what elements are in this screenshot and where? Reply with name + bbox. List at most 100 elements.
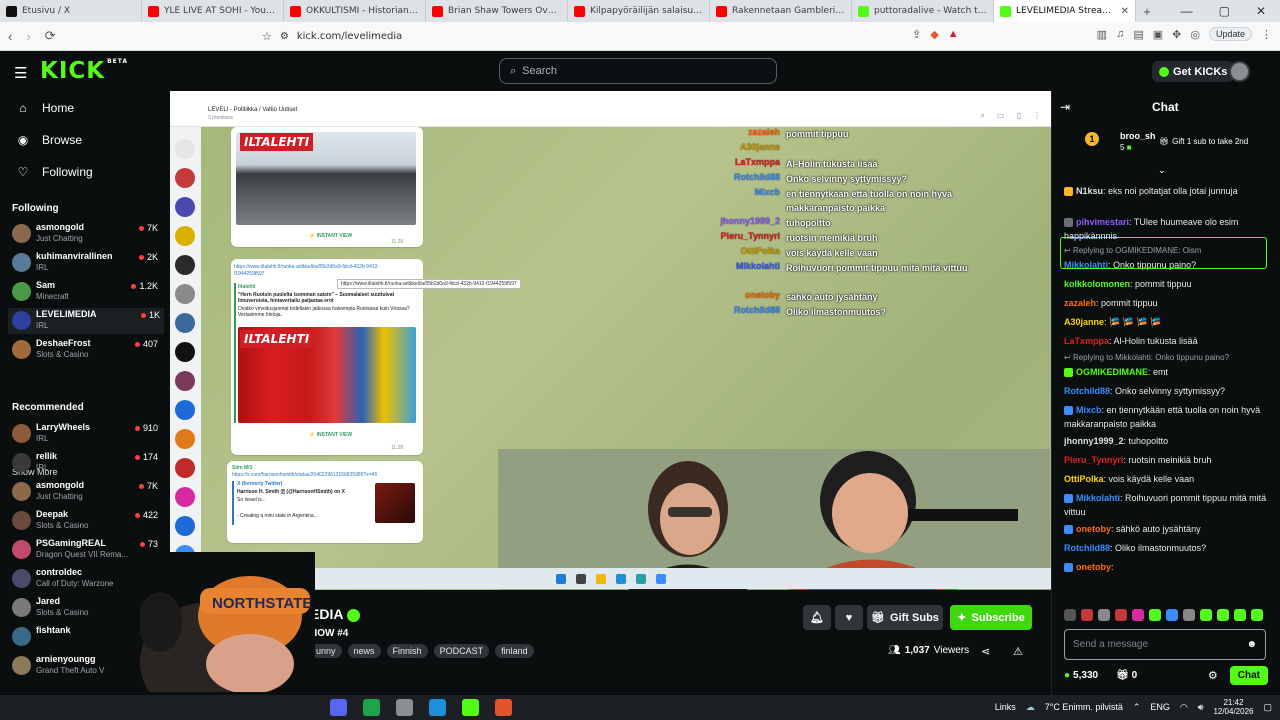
sidebar-channel[interactable]: LEVELIMEDIA IRL 1K [8, 308, 164, 334]
update-button[interactable]: Update [1208, 27, 1252, 41]
minimize-icon[interactable]: — [1181, 4, 1193, 18]
pinned-expand-icon[interactable]: ⌄ [1158, 165, 1166, 176]
share-icon[interactable]: ⋖ [981, 645, 990, 658]
sidebar-channel[interactable]: Deepak Slots & Casino 422 [12, 508, 162, 534]
browser-menu-icon[interactable]: ⋮ [1261, 28, 1272, 41]
chat-username[interactable]: OGMIKEDIMANE [1076, 367, 1148, 377]
back-icon[interactable]: ‹ [8, 29, 12, 44]
language-indicator[interactable]: ENG [1150, 702, 1170, 712]
vpn-icon[interactable]: ◎ [1190, 28, 1200, 41]
browser-tab[interactable]: OKKULTISMI - Historian hylätty [284, 0, 426, 22]
user-avatar[interactable] [1229, 61, 1250, 82]
follow-button[interactable]: ♥ [835, 605, 863, 630]
browser-tab[interactable]: LEVELIMEDIA Stream - ✕ [994, 0, 1136, 22]
wallet-icon[interactable]: ▣ [1153, 28, 1163, 41]
emote-icon[interactable] [1149, 609, 1161, 621]
kick-logo[interactable]: KICK BETA [40, 58, 128, 84]
sidebar-toggle-icon[interactable]: ▥ [1097, 28, 1107, 41]
sidebar-channel[interactable]: Sam Minecraft 1.2K [12, 279, 162, 305]
media-icon[interactable]: ♫ [1116, 28, 1124, 40]
extensions-icon[interactable]: ✥ [1172, 28, 1181, 41]
stream-tag[interactable]: finland [495, 644, 534, 658]
emote-icon[interactable] [1217, 609, 1229, 621]
sidebar-channel[interactable]: DeshaeFrost Slots & Casino 407 [12, 337, 162, 363]
new-tab-icon[interactable]: + [1136, 0, 1158, 22]
brave-icon[interactable] [495, 699, 512, 716]
channel-name[interactable]: EDIA [310, 606, 361, 622]
emote-icon[interactable] [1098, 609, 1110, 621]
chat-username[interactable]: LaTxmppa [1064, 336, 1109, 346]
weather-widget[interactable]: 7°C Enimm. pilvistä [1045, 702, 1123, 712]
get-kicks-button[interactable]: Get KICKs [1152, 61, 1235, 82]
chat-username[interactable]: Rotchild88 [1064, 386, 1110, 396]
emote-icon[interactable] [1183, 609, 1195, 621]
chat-username[interactable]: onetoby [1076, 524, 1111, 534]
browser-tab[interactable]: Brian Shaw Towers Over Bodyb [426, 0, 568, 22]
url-field[interactable]: ☆ ⚙ kick.com/levelimedia [262, 26, 988, 47]
emote-icon[interactable] [1064, 609, 1076, 621]
close-tab-icon[interactable]: ✕ [1121, 6, 1129, 17]
emote-icon[interactable] [1234, 609, 1246, 621]
collapse-chat-icon[interactable]: ⇥ [1060, 100, 1070, 114]
chat-username[interactable]: Mikkolahti [1076, 493, 1120, 503]
gifts-balance[interactable]: 🎁︎ 0 [1116, 670, 1137, 681]
nav-browse[interactable]: ◉ Browse [16, 133, 82, 147]
emote-icon[interactable] [1132, 609, 1144, 621]
chat-username[interactable]: kolkkolomonen [1064, 279, 1130, 289]
emote-icon[interactable] [1081, 609, 1093, 621]
browser-tab[interactable]: Kilpapyöräilijän salaisuudet: Mi [568, 0, 710, 22]
top-gifter-banner[interactable]: 1 broo_sh 5 ■ 🎁︎ Gift 1 sub to take 2nd [1064, 129, 1274, 157]
notifications-button[interactable]: 🔔︎ [803, 605, 831, 630]
sidebar-channel[interactable]: kuhimanvirallinen IRL 2K [12, 250, 162, 276]
stream-video-player[interactable]: LEVELI - Politiikka / Valtio Uutiset 3 m… [170, 91, 1051, 590]
hamburger-menu-icon[interactable]: ☰ [14, 64, 27, 82]
chat-username[interactable]: Mikkolahti [1064, 260, 1108, 270]
close-window-icon[interactable]: ✕ [1256, 4, 1266, 18]
chat-username[interactable]: A30janne [1064, 317, 1104, 327]
chat-settings-icon[interactable]: ⚙ [1208, 669, 1218, 682]
reload-icon[interactable]: ⟳ [45, 28, 56, 44]
emote-icon[interactable] [1200, 609, 1212, 621]
chat-username[interactable]: N1ksu [1076, 186, 1103, 196]
chat-username[interactable]: jhonny1999_2 [1064, 436, 1124, 446]
bookmark-icon[interactable]: ☆ [262, 30, 272, 43]
chat-username[interactable]: onetoby [1076, 562, 1111, 572]
site-settings-icon[interactable]: ⚙ [280, 31, 289, 42]
chat-username[interactable]: zazaleh [1064, 298, 1096, 308]
emote-icon[interactable] [1166, 609, 1178, 621]
browser-tab[interactable]: YLE LIVE AT SOHI - YouTube [142, 0, 284, 22]
tray-arrow-icon[interactable]: ⌃ [1133, 702, 1141, 713]
report-icon[interactable]: ⚠ [1013, 645, 1023, 658]
browser-tab[interactable]: puttoradalive - Watch the VOD [852, 0, 994, 22]
sidebar-channel[interactable]: asmongold Just Chatting 7K [12, 221, 162, 247]
share-icon[interactable]: ⇪ [912, 28, 921, 41]
maximize-icon[interactable]: ▢ [1219, 4, 1230, 18]
brave-shield-icon[interactable]: ◆ [930, 28, 938, 41]
browser-tab[interactable]: Rakennetaan Gamblerin Täyd [710, 0, 852, 22]
browser-tab[interactable]: Etusivu / X [0, 0, 142, 22]
send-chat-button[interactable]: Chat [1229, 665, 1268, 685]
forward-icon[interactable]: › [26, 29, 30, 44]
kicks-balance[interactable]: ● 5,330 [1064, 670, 1098, 681]
discord-icon[interactable] [330, 699, 347, 716]
sidebar-channel[interactable]: asmongold Just Chatting 7K [12, 479, 162, 505]
brave-rewards-icon[interactable]: ▲ [948, 28, 959, 40]
notifications-icon[interactable]: ▢ [1263, 702, 1272, 713]
app-icon[interactable] [396, 699, 413, 716]
chat-username[interactable]: pihvimestari [1076, 217, 1129, 227]
kick-app-icon[interactable] [462, 699, 479, 716]
chat-username[interactable]: Mixcb [1076, 405, 1102, 415]
taskbar-clock[interactable]: 21:42 12/04/2026 [1213, 698, 1253, 716]
stream-tag[interactable]: news [347, 644, 381, 658]
subscribe-button[interactable]: ✦ Subscribe [950, 605, 1032, 630]
wifi-icon[interactable]: ◠ [1180, 702, 1188, 713]
nav-home[interactable]: ⌂ Home [16, 101, 74, 115]
search-input[interactable]: ⌕ Search [499, 58, 777, 84]
edge-icon[interactable] [429, 699, 446, 716]
emote-icon[interactable] [1115, 609, 1127, 621]
chat-username[interactable]: Rotchild88 [1064, 543, 1110, 553]
chat-username[interactable]: Pieru_Tynnyri [1064, 455, 1123, 465]
reading-list-icon[interactable]: ▤ [1133, 28, 1143, 41]
links-toolbar[interactable]: Links [995, 702, 1016, 712]
app-icon[interactable] [363, 699, 380, 716]
